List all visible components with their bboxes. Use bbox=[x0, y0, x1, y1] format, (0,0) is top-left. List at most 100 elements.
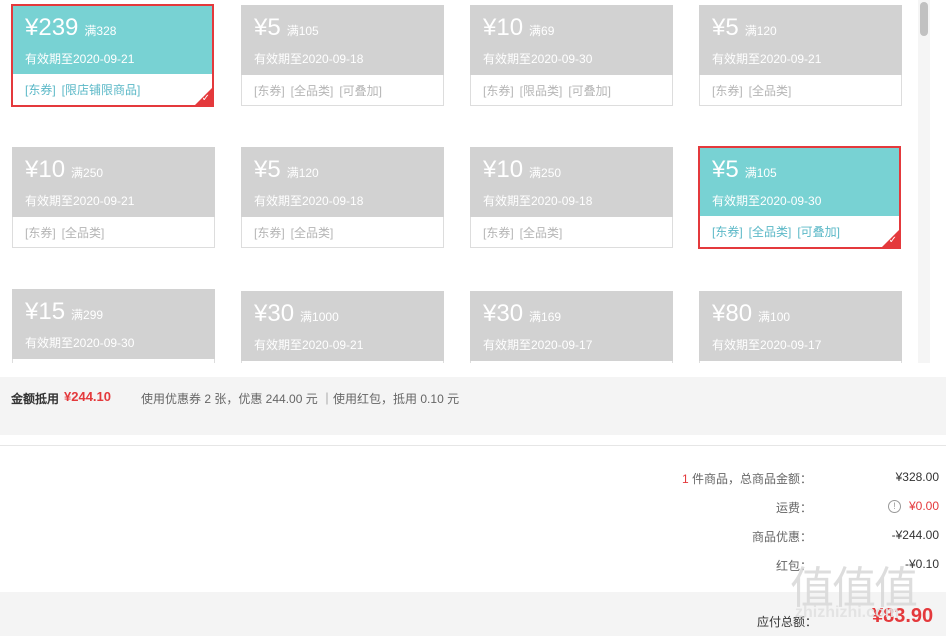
discount-value: -¥244.00 bbox=[891, 528, 939, 542]
coupon-face: ¥10 满69 有效期至2020-09-30 bbox=[470, 5, 673, 75]
coupon-tags bbox=[470, 361, 673, 363]
coupon-card[interactable]: ¥30 满1000 有效期至2020-09-21 bbox=[241, 286, 444, 363]
coupon-face: ¥10 满250 有效期至2020-09-21 bbox=[12, 147, 215, 217]
coupon-amount: ¥5 bbox=[712, 156, 739, 183]
coupon-validity: 有效期至2020-09-18 bbox=[254, 194, 364, 208]
coupon-face: ¥5 满120 有效期至2020-09-18 bbox=[241, 147, 444, 217]
scrollbar-thumb[interactable] bbox=[920, 2, 928, 36]
coupon-tag: [全品类] bbox=[519, 226, 563, 240]
coupon-card[interactable]: ¥80 满100 有效期至2020-09-17 bbox=[699, 286, 902, 363]
coupon-validity: 有效期至2020-09-30 bbox=[483, 52, 593, 66]
coupon-tag: [可叠加] bbox=[568, 84, 612, 98]
coupon-condition: 满299 bbox=[71, 308, 104, 322]
coupon-condition: 满328 bbox=[84, 24, 117, 38]
coupon-validity: 有效期至2020-09-17 bbox=[712, 338, 822, 352]
coupon-tags: [东券] [全品类] bbox=[470, 217, 673, 248]
shipping-value: ¥0.00 bbox=[908, 499, 939, 513]
discount-summary-amount: ¥244.10 bbox=[64, 389, 111, 404]
coupon-card[interactable]: ¥5 满120 有效期至2020-09-18 [东券] [全品类] bbox=[241, 147, 444, 248]
coupon-amount: ¥30 bbox=[483, 300, 524, 327]
coupon-condition: 满250 bbox=[529, 166, 562, 180]
coupon-amount: ¥30 bbox=[254, 300, 295, 327]
coupon-zigzag-edge bbox=[470, 286, 673, 292]
coupon-validity: 有效期至2020-09-18 bbox=[254, 52, 364, 66]
coupon-tag: [东券] bbox=[483, 226, 514, 240]
total-row-items: 1 件商品，总商品金额： ¥328.00 bbox=[539, 470, 939, 499]
coupon-tags bbox=[12, 359, 215, 363]
coupon-condition: 满250 bbox=[71, 166, 104, 180]
discount-summary-detail: 使用优惠券 2 张，优惠 244.00 元 ｜使用红包，抵用 0.10 元 bbox=[141, 392, 460, 406]
coupon-card[interactable]: ¥10 满250 有效期至2020-09-21 [东券] [全品类] bbox=[12, 147, 215, 248]
coupon-condition: 满69 bbox=[529, 24, 555, 38]
coupon-condition: 满120 bbox=[286, 166, 319, 180]
coupon-face: ¥30 满1000 有效期至2020-09-21 bbox=[241, 286, 444, 361]
section-divider bbox=[0, 445, 946, 446]
coupon-tags: [东券] [全品类] bbox=[699, 75, 902, 106]
coupon-face: ¥239 满328 有效期至2020-09-21 bbox=[13, 6, 212, 74]
coupon-amount: ¥80 bbox=[712, 300, 753, 327]
coupon-face: ¥30 满169 有效期至2020-09-17 bbox=[470, 286, 673, 361]
coupon-face: ¥5 满105 有效期至2020-09-18 bbox=[241, 5, 444, 75]
coupon-tag: [全品类] bbox=[290, 226, 334, 240]
item-count: 1 bbox=[681, 472, 689, 486]
coupon-amount: ¥10 bbox=[483, 14, 524, 41]
coupon-condition: 满1000 bbox=[300, 310, 339, 324]
coupon-condition: 满100 bbox=[758, 310, 791, 324]
coupon-card[interactable]: ¥239 满328 有效期至2020-09-21 [东券] [限店铺限商品] ✓ bbox=[11, 4, 214, 107]
coupon-condition: 满169 bbox=[529, 310, 562, 324]
coupon-tags: [东券] [全品类] bbox=[12, 217, 215, 248]
coupon-tag: [东券] bbox=[254, 84, 285, 98]
items-value: ¥328.00 bbox=[895, 470, 939, 484]
coupon-face: ¥80 满100 有效期至2020-09-17 bbox=[699, 286, 902, 361]
coupon-condition: 满105 bbox=[286, 24, 319, 38]
coupon-scrollbar[interactable] bbox=[918, 0, 930, 363]
discount-label: 商品优惠： bbox=[751, 530, 812, 544]
coupon-card[interactable]: ¥15 满299 有效期至2020-09-30 bbox=[12, 289, 215, 363]
coupon-card[interactable]: ¥5 满120 有效期至2020-09-21 [东券] [全品类] bbox=[699, 5, 902, 106]
coupon-validity: 有效期至2020-09-17 bbox=[483, 338, 593, 352]
coupon-tags: [东券] [限店铺限商品] bbox=[13, 74, 212, 105]
coupon-validity: 有效期至2020-09-30 bbox=[25, 336, 135, 350]
coupon-tags bbox=[241, 361, 444, 363]
coupon-tag: [全品类] bbox=[290, 84, 334, 98]
items-label: 件商品，总商品金额： bbox=[688, 472, 812, 486]
coupon-validity: 有效期至2020-09-21 bbox=[25, 194, 135, 208]
coupon-amount: ¥5 bbox=[712, 14, 739, 41]
coupon-tag: [全品类] bbox=[61, 226, 105, 240]
coupon-card[interactable]: ¥5 满105 有效期至2020-09-18 [东券] [全品类] [可叠加] bbox=[241, 5, 444, 106]
coupon-amount: ¥239 bbox=[25, 14, 79, 41]
coupon-condition: 满120 bbox=[744, 24, 777, 38]
coupon-amount: ¥10 bbox=[25, 156, 66, 183]
coupon-tag: [东券] bbox=[254, 226, 285, 240]
coupon-face: ¥10 满250 有效期至2020-09-18 bbox=[470, 147, 673, 217]
coupon-amount: ¥15 bbox=[25, 298, 66, 325]
coupon-tag: [可叠加] bbox=[797, 225, 841, 239]
coupon-tag: [全品类] bbox=[748, 84, 792, 98]
coupon-tag: [东券] bbox=[25, 83, 56, 97]
coupon-tag: [东券] bbox=[25, 226, 56, 240]
coupon-tags: [东券] [限品类] [可叠加] bbox=[470, 75, 673, 106]
coupon-tags: [东券] [全品类] [可叠加] bbox=[700, 216, 899, 247]
discount-summary: 金额抵用 ¥244.10 使用优惠券 2 张，优惠 244.00 元 ｜使用红包… bbox=[0, 377, 946, 435]
coupon-validity: 有效期至2020-09-21 bbox=[712, 52, 822, 66]
coupon-face: ¥5 满105 有效期至2020-09-30 bbox=[700, 148, 899, 216]
coupon-amount: ¥5 bbox=[254, 14, 281, 41]
shipping-label: 运费： bbox=[775, 501, 812, 515]
check-icon: ✓ bbox=[201, 93, 210, 104]
coupon-card[interactable]: ¥30 满169 有效期至2020-09-17 bbox=[470, 286, 673, 363]
total-row-shipping: 运费： ! ¥0.00 bbox=[539, 499, 939, 528]
coupon-tags: [东券] [全品类] bbox=[241, 217, 444, 248]
coupon-card[interactable]: ¥10 满69 有效期至2020-09-30 [东券] [限品类] [可叠加] bbox=[470, 5, 673, 106]
coupon-card[interactable]: ¥5 满105 有效期至2020-09-30 [东券] [全品类] [可叠加] ✓ bbox=[698, 146, 901, 249]
coupon-face: ¥5 满120 有效期至2020-09-21 bbox=[699, 5, 902, 75]
coupon-zigzag-edge bbox=[241, 286, 444, 292]
coupon-validity: 有效期至2020-09-21 bbox=[254, 338, 364, 352]
coupon-list: ¥239 满328 有效期至2020-09-21 [东券] [限店铺限商品] ✓ ¥… bbox=[0, 0, 946, 363]
coupon-condition: 满105 bbox=[744, 166, 777, 180]
coupon-tag: [限店铺限商品] bbox=[61, 83, 141, 97]
check-icon: ✓ bbox=[888, 235, 897, 246]
info-icon[interactable]: ! bbox=[887, 500, 901, 514]
coupon-card[interactable]: ¥10 满250 有效期至2020-09-18 [东券] [全品类] bbox=[470, 147, 673, 248]
coupon-zigzag-edge bbox=[699, 286, 902, 292]
coupon-tags: [东券] [全品类] [可叠加] bbox=[241, 75, 444, 106]
